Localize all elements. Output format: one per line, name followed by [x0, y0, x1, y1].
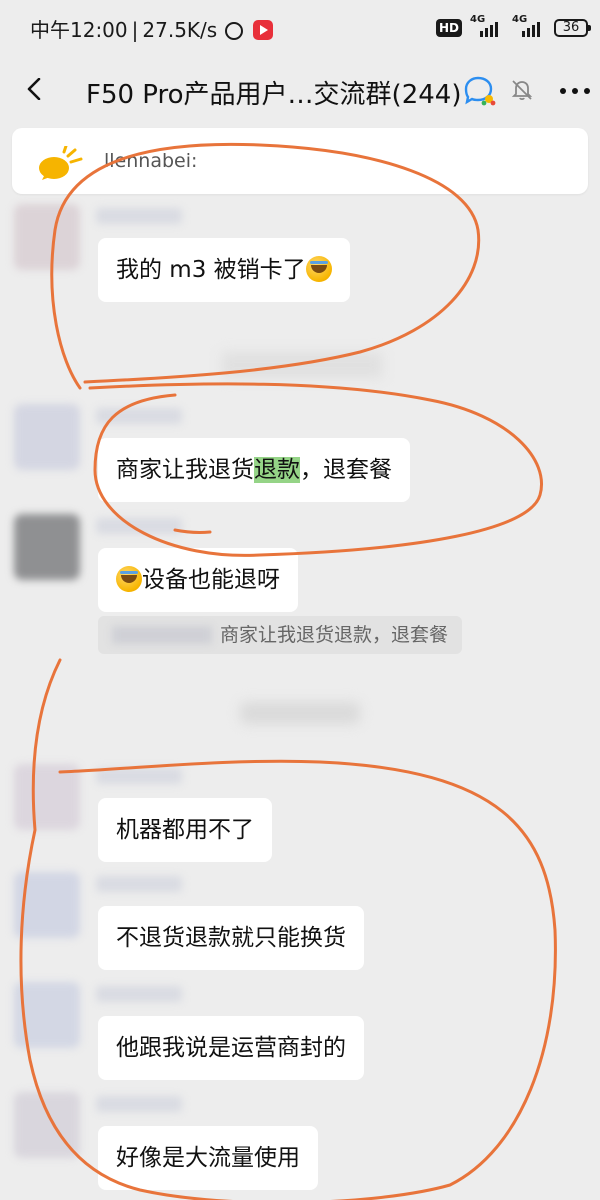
- status-bar: 中午12:00 | 27.5K/s HD 4G 4G 36: [0, 0, 600, 56]
- enterprise-wechat-icon: [464, 76, 496, 106]
- notice-text: llennabei:: [104, 150, 198, 172]
- sender-name-blurred: [96, 768, 182, 784]
- avatar[interactable]: [14, 872, 80, 938]
- video-app-icon: [253, 20, 274, 40]
- battery-icon: 36: [554, 19, 591, 37]
- sender-name-blurred: [96, 408, 182, 424]
- highlighted-keyword: 退款: [254, 457, 300, 483]
- facepalm-emoji-icon: [116, 566, 142, 592]
- status-left: 中午12:00 | 27.5K/s: [30, 14, 277, 43]
- message-bubble[interactable]: 机器都用不了: [98, 798, 272, 862]
- pinned-notice[interactable]: llennabei:: [12, 128, 588, 194]
- sender-name-blurred: [96, 1096, 182, 1112]
- sender-name-blurred: [96, 876, 182, 892]
- status-time: 中午12:00: [30, 18, 128, 42]
- avatar[interactable]: [14, 404, 80, 470]
- hd-badge: HD: [435, 19, 462, 37]
- message-bubble[interactable]: 设备也能退呀: [98, 548, 298, 612]
- quoted-message[interactable]: 商家让我退货退款，退套餐: [98, 616, 463, 654]
- message-bubble[interactable]: 商家让我退货退款，退套餐: [98, 438, 410, 502]
- sender-name-blurred: [96, 986, 182, 1002]
- status-right: HD 4G 4G 36: [435, 14, 591, 40]
- signal-icon-sim1: 4G: [470, 14, 504, 39]
- message-bubble[interactable]: 我的 m3 被销卡了: [98, 238, 350, 302]
- announcement-icon: [39, 146, 83, 180]
- avatar[interactable]: [14, 204, 80, 270]
- avatar[interactable]: [14, 982, 80, 1048]
- status-net-speed: 27.5K/s: [142, 18, 218, 42]
- sender-name-blurred: [96, 208, 182, 224]
- chat-screen: 中午12:00 | 27.5K/s HD 4G 4G 36 F50 Pro产品用户……: [0, 0, 600, 1200]
- more-options-icon[interactable]: [558, 80, 592, 102]
- facepalm-emoji-icon: [305, 256, 332, 282]
- message-bubble[interactable]: 不退货退款就只能换货: [98, 906, 364, 970]
- message-bubble[interactable]: 他跟我说是运营商封的: [98, 1016, 364, 1080]
- back-arrow-icon[interactable]: [24, 78, 46, 100]
- alarm-icon: [225, 22, 244, 40]
- message-bubble[interactable]: 好像是大流量使用: [98, 1126, 318, 1190]
- sender-name-blurred: [96, 518, 182, 534]
- blurred-system-text: [222, 352, 382, 378]
- quoted-sender-blurred: [112, 626, 212, 644]
- chat-title: F50 Pro产品用户…交流群(244): [86, 80, 462, 110]
- avatar[interactable]: [14, 1092, 80, 1158]
- avatar[interactable]: [14, 514, 80, 580]
- mute-bell-icon: [511, 80, 533, 101]
- title-bar: F50 Pro产品用户…交流群(244): [0, 56, 600, 126]
- chat-area[interactable]: 我的 m3 被销卡了 商家让我退货退款，退套餐 设备也能退呀 商家让我退货退款，…: [0, 196, 600, 1200]
- blurred-system-text: [240, 702, 360, 724]
- signal-icon-sim2: 4G: [512, 14, 546, 39]
- avatar[interactable]: [14, 764, 80, 830]
